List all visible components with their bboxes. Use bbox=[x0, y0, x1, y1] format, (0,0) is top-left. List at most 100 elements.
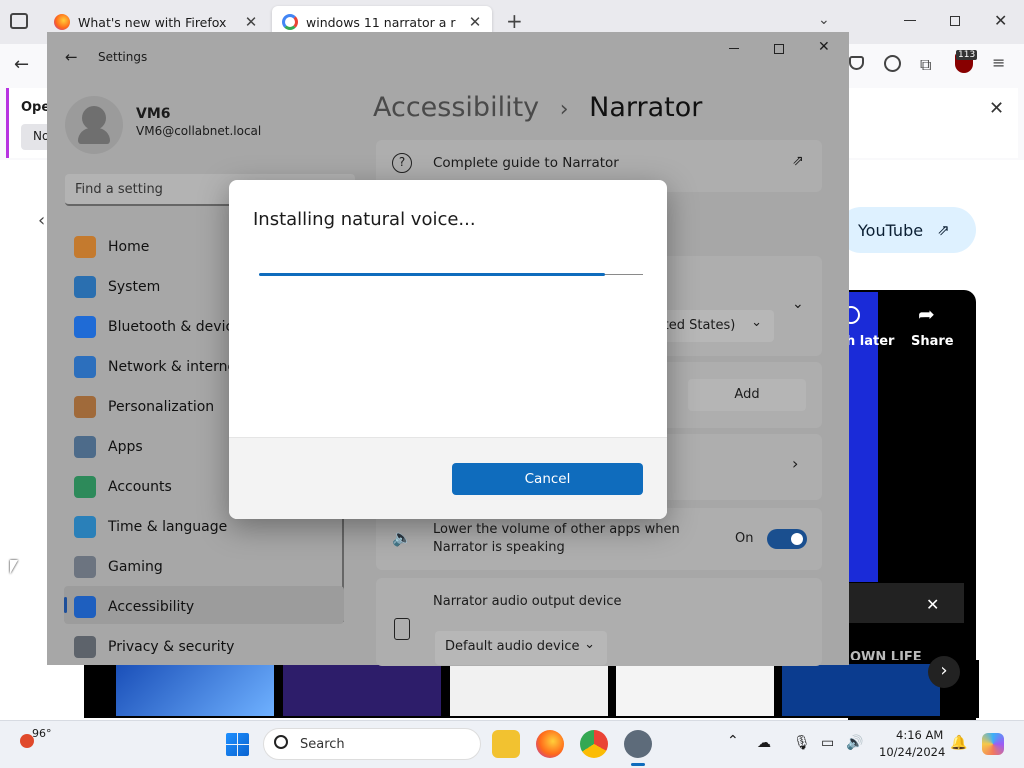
audio-output-value: Default audio device bbox=[445, 639, 580, 654]
page-back-arrow-icon[interactable]: ‹ bbox=[38, 210, 45, 231]
speaker-device-icon bbox=[394, 618, 410, 640]
watch-later-label[interactable]: h later bbox=[846, 334, 894, 349]
chevron-down-icon: ⌄ bbox=[584, 637, 595, 652]
brush-icon bbox=[74, 396, 96, 418]
close-tab-icon[interactable]: ✕ bbox=[242, 13, 260, 31]
next-arrow-button[interactable]: › bbox=[928, 656, 960, 688]
guide-label: Complete guide to Narrator bbox=[433, 155, 619, 171]
share-icon[interactable]: ➦ bbox=[918, 302, 935, 326]
search-label: Search bbox=[300, 737, 345, 752]
weather-temp[interactable]: 96° bbox=[32, 727, 52, 740]
chevron-up-icon[interactable]: ⌃ bbox=[727, 733, 739, 749]
restore-icon[interactable] bbox=[950, 16, 960, 26]
tab-title: windows 11 narrator a referral bbox=[306, 14, 456, 30]
sidebar-item-label: Bluetooth & devices bbox=[108, 319, 250, 335]
google-icon bbox=[282, 14, 298, 30]
tab-list-icon[interactable] bbox=[10, 13, 28, 29]
start-button[interactable] bbox=[226, 733, 249, 756]
youtube-link-button[interactable]: YouTube ⇗ bbox=[838, 207, 976, 253]
system-icon bbox=[74, 276, 96, 298]
settings-gear-icon[interactable] bbox=[624, 730, 652, 758]
user-email: VM6@collabnet.local bbox=[136, 124, 262, 138]
pocket-icon[interactable] bbox=[849, 56, 864, 70]
close-icon[interactable]: ✕ bbox=[989, 98, 1004, 119]
tab-title: What's new with Firefox bbox=[78, 14, 227, 30]
dialog-footer: Cancel bbox=[229, 437, 667, 519]
sidebar-item-label: Home bbox=[108, 239, 150, 255]
search-icon bbox=[274, 735, 288, 749]
video-thumbnail[interactable] bbox=[782, 664, 940, 716]
notification-bell-icon[interactable]: 🔔 bbox=[950, 735, 967, 751]
active-app-indicator bbox=[631, 763, 645, 766]
page-title: Narrator bbox=[589, 92, 703, 123]
sidebar-item-label: Apps bbox=[108, 439, 143, 455]
progress-bar bbox=[259, 273, 605, 276]
share-label[interactable]: Share bbox=[911, 334, 954, 349]
account-icon[interactable] bbox=[884, 55, 901, 72]
breadcrumb-parent[interactable]: Accessibility bbox=[373, 92, 539, 123]
copilot-icon[interactable] bbox=[982, 733, 1004, 755]
wifi-icon bbox=[74, 356, 96, 378]
sidebar-item-label: Privacy & security bbox=[108, 639, 235, 655]
video-thumbnail[interactable] bbox=[116, 664, 274, 716]
sidebar-item-label: Accounts bbox=[108, 479, 172, 495]
home-icon bbox=[74, 236, 96, 258]
audio-output-select[interactable]: Default audio device ⌄ bbox=[435, 631, 607, 665]
firefox-icon[interactable] bbox=[536, 730, 564, 758]
extension-badge: 113 bbox=[956, 50, 978, 60]
taskbar-search[interactable]: Search bbox=[263, 728, 481, 760]
user-name: VM6 bbox=[136, 106, 171, 122]
sidebar-item-privacy-security[interactable]: Privacy & security bbox=[64, 628, 344, 666]
apps-icon bbox=[74, 436, 96, 458]
display-icon[interactable]: ▭ bbox=[821, 735, 834, 751]
sidebar-item-label: Accessibility bbox=[108, 599, 195, 615]
chrome-icon[interactable] bbox=[580, 730, 608, 758]
new-tab-icon[interactable]: + bbox=[506, 9, 523, 33]
close-window-icon[interactable]: ✕ bbox=[818, 39, 830, 55]
external-link-icon: ⇗ bbox=[937, 221, 950, 239]
video-thumbnail[interactable] bbox=[283, 664, 441, 716]
video-thumbnail[interactable] bbox=[450, 664, 608, 716]
sidebar-item-label: Gaming bbox=[108, 559, 163, 575]
chevron-down-icon[interactable]: ⌄ bbox=[818, 12, 830, 28]
sidebar-item-label: Time & language bbox=[108, 519, 228, 535]
chevron-down-icon[interactable]: ⌄ bbox=[792, 296, 804, 312]
sidebar-item-label: System bbox=[108, 279, 161, 295]
avatar[interactable] bbox=[65, 96, 123, 154]
menu-icon[interactable]: ≡ bbox=[992, 53, 1005, 72]
extensions-icon[interactable]: ⧉ bbox=[920, 55, 931, 75]
maximize-icon[interactable] bbox=[774, 44, 784, 54]
accessibility-icon bbox=[74, 596, 96, 618]
chevron-right-icon: › bbox=[792, 454, 799, 473]
gamepad-icon bbox=[74, 556, 96, 578]
lower-volume-line2: Narrator is speaking bbox=[433, 540, 565, 555]
clock-date[interactable]: 10/24/2024 bbox=[879, 745, 945, 759]
youtube-link-label: YouTube bbox=[858, 220, 924, 240]
minimize-icon[interactable] bbox=[729, 48, 739, 49]
breadcrumb: Accessibility › Narrator bbox=[373, 92, 702, 123]
file-explorer-icon[interactable] bbox=[492, 730, 520, 758]
audio-output-label: Narrator audio output device bbox=[433, 594, 622, 609]
back-arrow-icon[interactable]: ← bbox=[14, 54, 29, 75]
overlay-panel bbox=[848, 583, 964, 623]
close-overlay-icon[interactable]: ✕ bbox=[926, 595, 939, 614]
add-button[interactable]: Add bbox=[688, 379, 806, 411]
back-arrow-icon[interactable]: ← bbox=[65, 48, 78, 66]
network-off-icon[interactable]: ☁ bbox=[757, 735, 771, 751]
volume-icon[interactable]: 🔊 bbox=[846, 735, 863, 751]
clock-time[interactable]: 4:16 AM bbox=[896, 728, 943, 742]
cancel-button[interactable]: Cancel bbox=[452, 463, 643, 495]
person-body bbox=[78, 128, 110, 144]
help-icon: ? bbox=[392, 153, 412, 173]
close-window-icon[interactable]: ✕ bbox=[994, 11, 1007, 30]
video-thumbnail[interactable] bbox=[616, 664, 774, 716]
voice-select[interactable]: ited States) ⌄ bbox=[650, 310, 774, 342]
microphone-icon[interactable]: 🎙 bbox=[793, 735, 811, 751]
sidebar-item-gaming[interactable]: Gaming bbox=[64, 548, 344, 586]
minimize-icon[interactable] bbox=[904, 20, 916, 21]
search-placeholder: Find a setting bbox=[75, 182, 163, 197]
close-tab-icon[interactable]: ✕ bbox=[466, 13, 484, 31]
sidebar-item-accessibility[interactable]: Accessibility bbox=[64, 588, 344, 626]
toggle-state-label: On bbox=[735, 531, 754, 546]
lower-volume-toggle[interactable] bbox=[767, 529, 807, 549]
